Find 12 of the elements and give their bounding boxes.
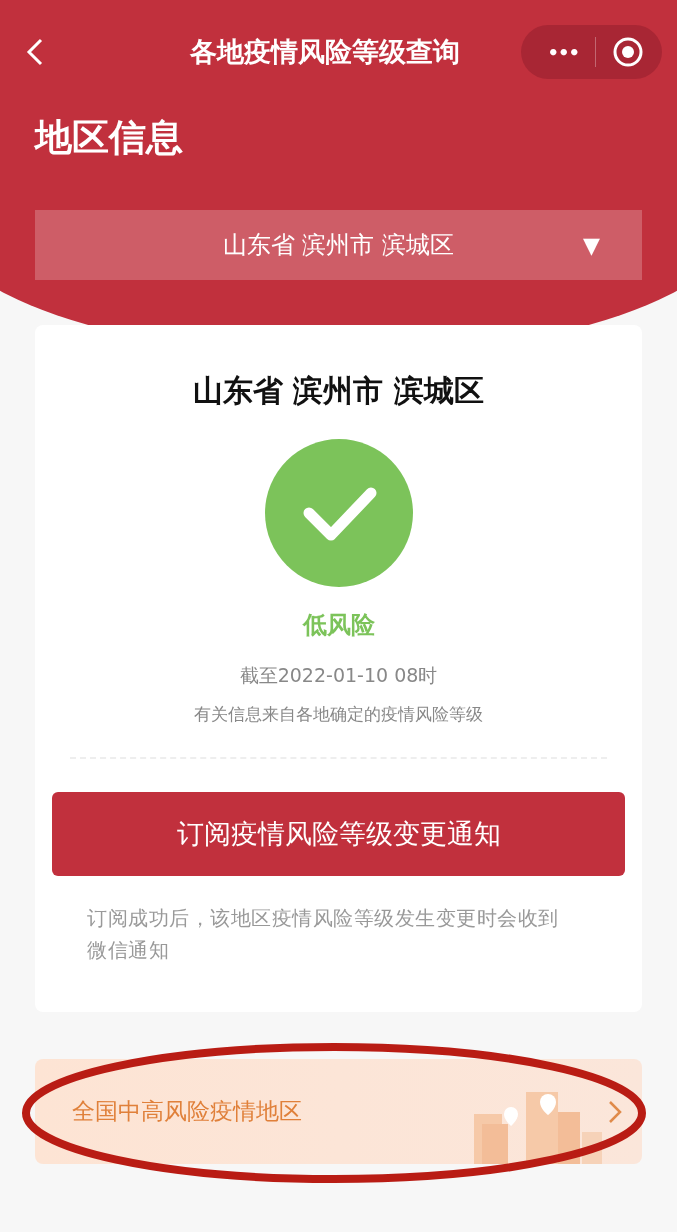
- section-title: 地区信息: [35, 115, 184, 161]
- chevron-right-icon: [608, 1099, 622, 1124]
- more-button[interactable]: •••: [547, 41, 579, 63]
- subscribe-button[interactable]: 订阅疫情风险等级变更通知: [52, 792, 625, 876]
- region-select[interactable]: 山东省 滨州市 滨城区 ▼: [35, 210, 642, 280]
- back-icon[interactable]: [25, 37, 45, 67]
- update-time: 截至2022-01-10 08时: [239, 663, 438, 688]
- page-title: 各地疫情风险等级查询: [190, 35, 460, 69]
- area-name: 山东省 滨州市 滨城区: [193, 372, 484, 410]
- source-note: 有关信息来自各地确定的疫情风险等级: [194, 703, 483, 726]
- subscribe-note: 订阅成功后，该地区疫情风险等级发生变更时会收到微信通知: [87, 905, 560, 964]
- risk-level: 低风险: [302, 610, 375, 641]
